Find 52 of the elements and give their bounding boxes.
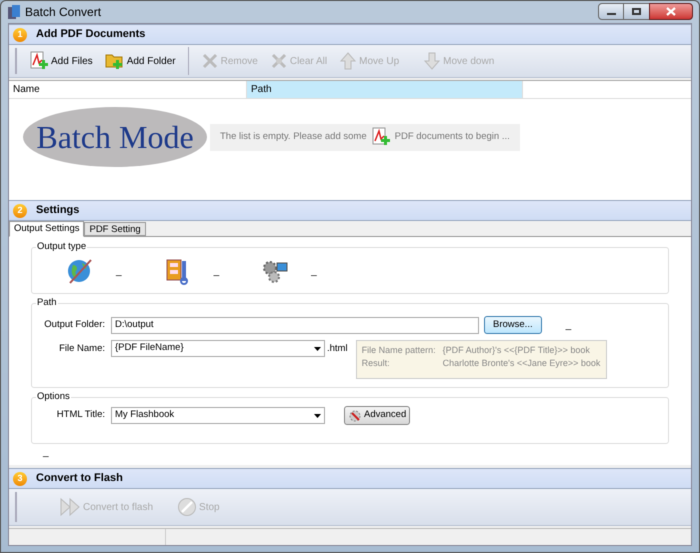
- batch-mode-logo: Batch Mode: [23, 107, 207, 167]
- status-mark: _: [566, 318, 572, 332]
- toolbar-button[interactable]: Add Folder: [100, 48, 180, 74]
- status-mark: _: [43, 447, 50, 459]
- advanced-button[interactable]: Advanced: [344, 406, 410, 425]
- fast-forward-icon: [59, 497, 81, 517]
- folder-field[interactable]: D:\output: [111, 316, 479, 334]
- step-badge: 1: [13, 28, 27, 42]
- globe-icon: [66, 256, 94, 284]
- group-title: Output type: [36, 241, 88, 253]
- step-badge: 2: [13, 204, 27, 218]
- hint-value: Charlotte Bronte's <<Jane Eyre>> book: [442, 357, 600, 370]
- close-icon: [666, 7, 676, 16]
- html-title-dropdown[interactable]: My Flashbook: [111, 407, 325, 424]
- section-title: Settings: [36, 203, 80, 218]
- field-label: HTML Title:: [56, 408, 106, 422]
- field-label: File Name:: [58, 342, 106, 356]
- empty-list-message: PDF documents to begin ...: [394, 130, 510, 144]
- cross-icon: [200, 52, 219, 70]
- file-extension: .html: [327, 342, 348, 356]
- browse-button[interactable]: Browse...: [484, 316, 542, 334]
- empty-list-message: The list is empty. Please add some: [220, 130, 367, 144]
- tab[interactable]: Output Settings: [9, 221, 84, 237]
- arrow-down-icon: [423, 52, 442, 70]
- group-title: Options: [36, 391, 71, 403]
- section-title: Add PDF Documents: [36, 27, 146, 42]
- column-header[interactable]: Path: [247, 81, 523, 98]
- field-label: Output Folder:: [43, 318, 106, 332]
- tab[interactable]: PDF Setting: [84, 222, 146, 236]
- toolbar-button[interactable]: Add Files: [25, 48, 97, 74]
- file-name-dropdown[interactable]: {PDF FileName}: [111, 340, 325, 357]
- option-label: _: [214, 265, 220, 279]
- minimize-button[interactable]: [598, 3, 624, 20]
- cross-icon: [270, 52, 288, 70]
- app-icon: [7, 4, 21, 20]
- dropdown-caret-icon: [314, 414, 321, 418]
- hint-label: Result:: [362, 357, 391, 370]
- document-plus-icon: [29, 51, 49, 71]
- close-button[interactable]: [649, 3, 693, 20]
- hint-label: File Name pattern:: [362, 344, 437, 357]
- hint-value: {PDF Author}'s <<{PDF Title}>> book: [442, 344, 590, 357]
- document-plus-icon: [370, 127, 391, 147]
- section-title: Convert to Flash: [36, 471, 123, 486]
- window-title: Batch Convert: [25, 4, 102, 21]
- step-badge: 3: [13, 472, 27, 486]
- dropdown-caret-icon: [314, 346, 321, 350]
- arrow-up-icon: [339, 52, 358, 70]
- option-label: _: [311, 265, 317, 279]
- gear-icon: [348, 408, 362, 422]
- stop-icon: [177, 497, 198, 517]
- option-label: _: [116, 265, 122, 279]
- maximize-button[interactable]: [624, 3, 649, 20]
